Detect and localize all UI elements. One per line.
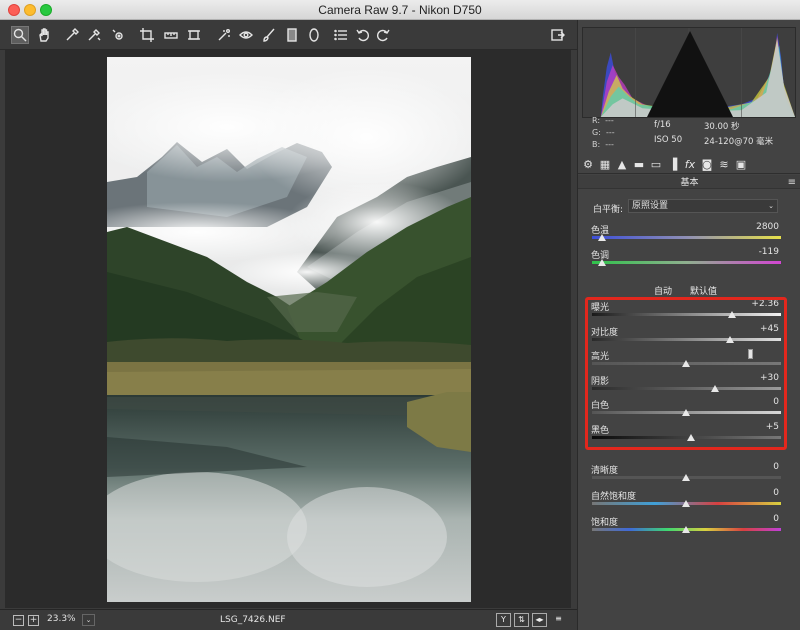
targeted-adjustment-icon[interactable] — [109, 26, 127, 44]
zoom-level: 23.3% — [47, 614, 76, 624]
white-balance-select[interactable]: 原照设置 ⌄ — [628, 199, 778, 213]
r-value: --- — [605, 116, 614, 125]
slider-value-input[interactable]: 2800 — [747, 222, 781, 234]
slider-value-input[interactable]: 0 — [747, 514, 781, 526]
panel-tabs: ⚙ ▦ ▲ ▬ ▭ ▐ fx ◙ ≋ ▣ — [578, 156, 800, 174]
before-after-icon[interactable]: Y — [496, 613, 511, 627]
split-toning-icon[interactable]: ▭ — [649, 158, 663, 172]
slider-value-input[interactable]: -119 — [747, 247, 781, 259]
panel-title-text: 基本 — [680, 178, 699, 188]
hsl-icon[interactable]: ▬ — [632, 158, 646, 172]
r-label: R: — [592, 116, 601, 125]
presets-icon[interactable]: ≋ — [717, 158, 731, 172]
camera-calibration-icon[interactable]: ◙ — [700, 158, 714, 172]
window-title: Camera Raw 9.7 - Nikon D750 — [318, 3, 482, 17]
slider-label: 饱和度 — [591, 518, 619, 528]
hand-tool-icon[interactable] — [35, 26, 53, 44]
auto-button[interactable]: 自动 — [654, 284, 672, 297]
rotate-left-icon[interactable] — [354, 26, 372, 44]
slider-temp_tint-0[interactable]: 色温 2800 — [591, 222, 781, 245]
panel-title: 基本 ≡ — [578, 175, 800, 189]
slider-thumb[interactable] — [598, 259, 607, 266]
radial-filter-icon[interactable] — [305, 26, 323, 44]
image-info: R: --- G: --- B: --- f/16 30.00 秒 ISO 50… — [582, 116, 796, 150]
b-label: B: — [592, 140, 601, 149]
b-value: --- — [605, 140, 614, 149]
window-title-bar: Camera Raw 9.7 - Nikon D750 — [0, 0, 800, 20]
basic-panel-icon[interactable]: ⚙ — [581, 158, 595, 172]
crop-icon[interactable] — [138, 26, 156, 44]
histogram — [582, 27, 796, 118]
highlight-clipping-warning-icon[interactable] — [786, 31, 796, 118]
slider-track[interactable] — [592, 261, 781, 264]
slider-label: 自然饱和度 — [591, 492, 637, 502]
transform-icon[interactable] — [185, 26, 203, 44]
effects-icon[interactable]: fx — [683, 158, 697, 172]
tone-curve-icon[interactable]: ▦ — [598, 158, 612, 172]
slider-thumb[interactable] — [598, 234, 607, 241]
color-sampler-icon[interactable] — [85, 26, 103, 44]
default-button[interactable]: 默认值 — [690, 284, 717, 297]
shutter-speed: 30.00 秒 — [704, 122, 740, 132]
panel-menu-icon[interactable]: ≡ — [788, 177, 796, 188]
snapshots-icon[interactable]: ▣ — [734, 158, 748, 172]
lens-corrections-icon[interactable]: ▐ — [666, 158, 680, 172]
chevron-down-icon: ⌄ — [768, 202, 774, 210]
zoom-dropdown[interactable]: ⌄ — [82, 614, 95, 626]
spot-removal-icon[interactable] — [215, 26, 233, 44]
swap-settings-icon[interactable]: ⇅ — [514, 613, 529, 627]
fullscreen-toggle-icon[interactable] — [549, 26, 567, 44]
rotate-right-icon[interactable] — [374, 26, 392, 44]
iso: ISO 50 — [654, 135, 683, 145]
straighten-icon[interactable] — [162, 26, 180, 44]
g-value: --- — [606, 128, 615, 137]
shadow-clipping-warning-icon[interactable] — [584, 31, 796, 118]
image-preview-area — [5, 50, 571, 608]
slider-thumb[interactable] — [682, 500, 690, 507]
eyedropper-icon[interactable] — [63, 26, 81, 44]
zoom-in-button[interactable]: + — [28, 615, 39, 626]
adjustment-brush-icon[interactable] — [260, 26, 278, 44]
slider-thumb[interactable] — [682, 474, 690, 481]
slider-presence-2[interactable]: 饱和度 0 — [591, 514, 781, 537]
slider-thumb[interactable] — [682, 526, 690, 533]
tone-highlight-box — [585, 297, 787, 450]
slider-value-input[interactable]: 0 — [747, 462, 781, 474]
lens-info: 24-120@70 毫米 — [704, 137, 774, 147]
zoom-out-button[interactable]: − — [13, 615, 24, 626]
slider-value-input[interactable]: 0 — [747, 488, 781, 500]
preferences-list-icon[interactable] — [332, 26, 350, 44]
tool-bar — [0, 20, 577, 50]
copy-settings-icon[interactable]: ◂▸ — [532, 613, 547, 627]
slider-presence-1[interactable]: 自然饱和度 0 — [591, 488, 781, 511]
bottom-status-bar: − + 23.3% ⌄ LSG_7426.NEF Y ⇅ ◂▸ ≡ — [0, 609, 577, 630]
zoom-tool-icon[interactable] — [11, 26, 29, 44]
slider-label: 清晰度 — [591, 466, 619, 476]
slider-presence-0[interactable]: 清晰度 0 — [591, 462, 781, 485]
detail-icon[interactable]: ▲ — [615, 158, 629, 172]
red-eye-icon[interactable] — [237, 26, 255, 44]
file-name: LSG_7426.NEF — [220, 615, 286, 625]
white-balance-value: 原照设置 — [632, 201, 669, 211]
mouse-cursor — [748, 349, 753, 359]
aperture: f/16 — [654, 120, 671, 130]
white-balance-label: 白平衡: — [593, 205, 624, 215]
g-label: G: — [592, 128, 601, 137]
photo-preview — [107, 57, 471, 602]
slider-temp_tint-1[interactable]: 色调 -119 — [591, 247, 781, 270]
graduated-filter-icon[interactable] — [283, 26, 301, 44]
slider-track[interactable] — [592, 236, 781, 239]
toggle-settings-icon[interactable]: ≡ — [551, 613, 566, 627]
